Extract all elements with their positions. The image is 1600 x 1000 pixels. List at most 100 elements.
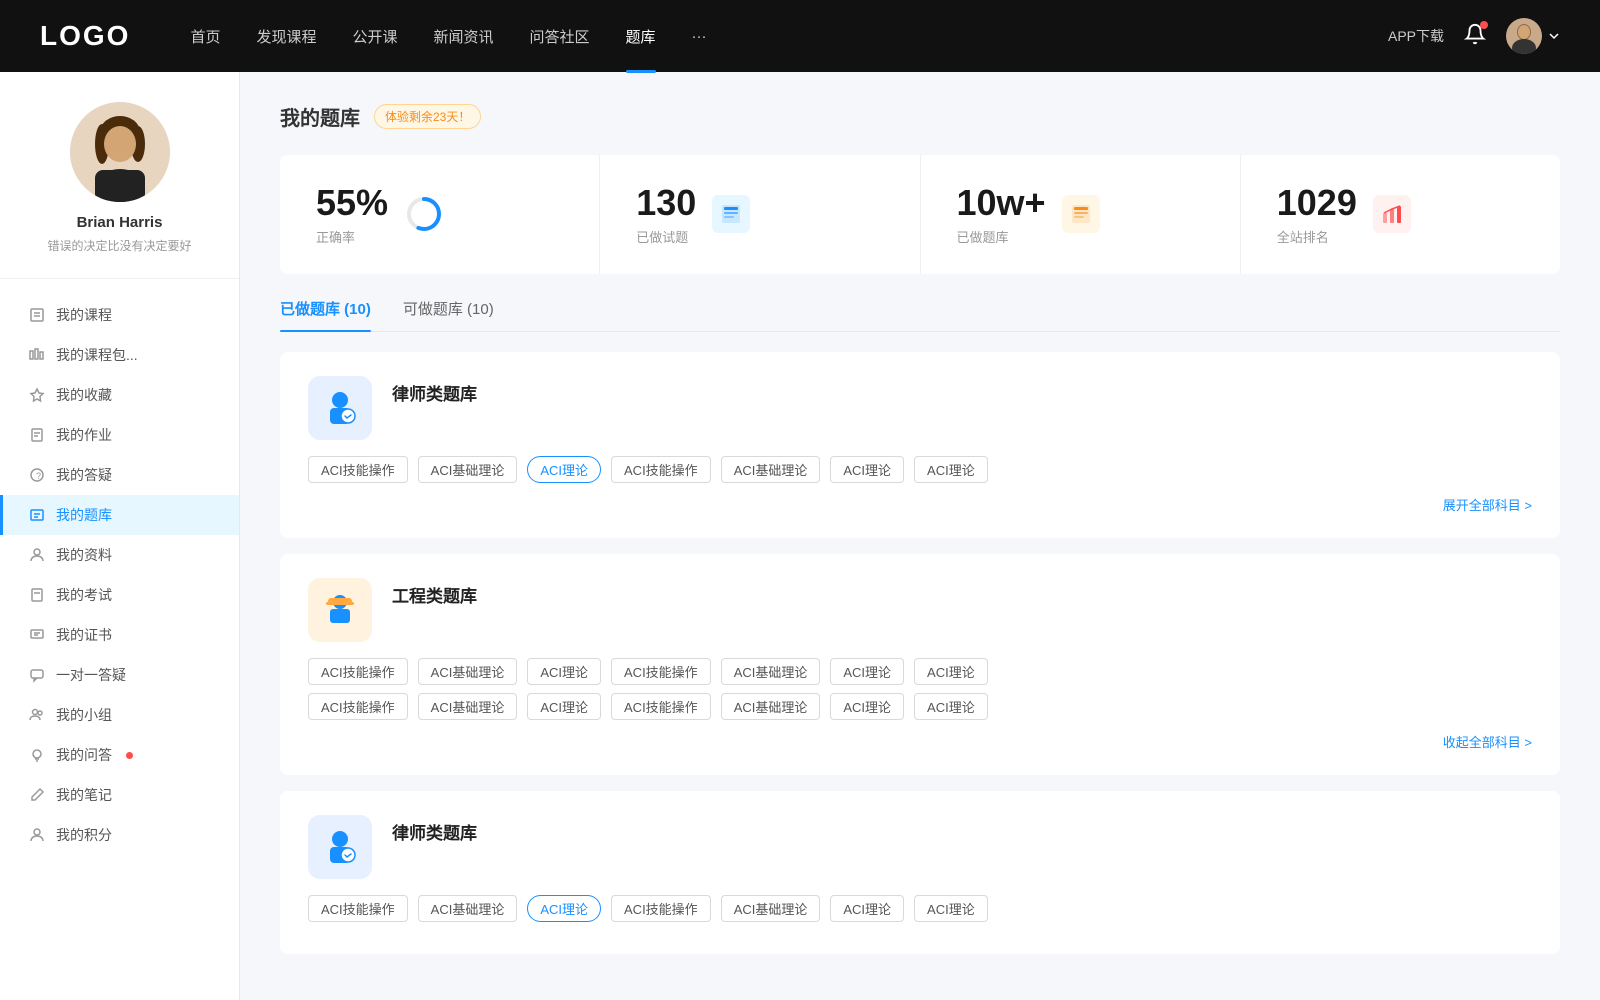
eng2-tag-6[interactable]: ACI理论 xyxy=(914,693,988,720)
lightbulb-icon xyxy=(28,746,46,764)
profile-name: Brian Harris xyxy=(77,214,163,231)
sidebar-item-my-course[interactable]: 我的课程 xyxy=(0,295,239,335)
sidebar-item-my-question[interactable]: 我的问答 xyxy=(0,735,239,775)
navbar-right: APP下载 xyxy=(1388,18,1560,54)
questions-done-label: 已做试题 xyxy=(636,227,696,246)
l2-tag-0[interactable]: ACI技能操作 xyxy=(308,895,408,922)
l2-tag-6[interactable]: ACI理论 xyxy=(914,895,988,922)
tag-2-active[interactable]: ACI理论 xyxy=(527,456,601,483)
logo[interactable]: LOGO xyxy=(40,20,130,52)
nav-more[interactable]: ··· xyxy=(692,28,707,45)
stat-questions-done: 130 已做试题 xyxy=(600,155,920,274)
ranking-icon xyxy=(1373,195,1411,233)
sidebar-label-my-points: 我的积分 xyxy=(56,825,112,845)
red-dot-indicator xyxy=(126,752,133,759)
sidebar-label-my-course: 我的课程 xyxy=(56,305,112,325)
sidebar-item-my-qbank[interactable]: 我的题库 xyxy=(0,495,239,535)
nav-open-course[interactable]: 公开课 xyxy=(352,26,397,47)
eng2-tag-4[interactable]: ACI基础理论 xyxy=(721,693,821,720)
sidebar-label-my-question: 我的问答 xyxy=(56,745,112,765)
sidebar-item-my-cert[interactable]: 我的证书 xyxy=(0,615,239,655)
questions-done-value: 130 xyxy=(636,183,696,223)
tag-1[interactable]: ACI基础理论 xyxy=(418,456,518,483)
correct-rate-value: 55% xyxy=(316,183,388,223)
eng-tag-4[interactable]: ACI基础理论 xyxy=(721,658,821,685)
qbank-icon xyxy=(28,506,46,524)
expand-link-lawyer-1[interactable]: 展开全部科目 > xyxy=(308,491,1532,514)
tab-done-banks[interactable]: 已做题库 (10) xyxy=(280,298,371,331)
eng-tag-2[interactable]: ACI理论 xyxy=(527,658,601,685)
l2-tag-3[interactable]: ACI技能操作 xyxy=(611,895,711,922)
sidebar-item-homework[interactable]: 我的作业 xyxy=(0,415,239,455)
l2-tag-2-active[interactable]: ACI理论 xyxy=(527,895,601,922)
notification-bell[interactable] xyxy=(1464,23,1486,50)
tag-6[interactable]: ACI理论 xyxy=(914,456,988,483)
group-icon xyxy=(28,706,46,724)
sidebar-item-course-package[interactable]: 我的课程包... xyxy=(0,335,239,375)
user-avatar-wrapper[interactable] xyxy=(1506,18,1560,54)
tag-3[interactable]: ACI技能操作 xyxy=(611,456,711,483)
stat-ranking: 1029 全站排名 xyxy=(1241,155,1560,274)
l2-tag-4[interactable]: ACI基础理论 xyxy=(721,895,821,922)
sidebar-item-my-exam[interactable]: 我的考试 xyxy=(0,575,239,615)
engineer-icon xyxy=(308,578,372,642)
eng2-tag-2[interactable]: ACI理论 xyxy=(527,693,601,720)
app-download-link[interactable]: APP下载 xyxy=(1388,26,1444,46)
eng-tag-6[interactable]: ACI理论 xyxy=(914,658,988,685)
chat-icon xyxy=(28,666,46,684)
nav-news[interactable]: 新闻资讯 xyxy=(434,26,494,47)
sidebar-label-homework: 我的作业 xyxy=(56,425,112,445)
sidebar-item-my-notes[interactable]: 我的笔记 xyxy=(0,775,239,815)
sidebar-item-my-data[interactable]: 我的资料 xyxy=(0,535,239,575)
tag-4[interactable]: ACI基础理论 xyxy=(721,456,821,483)
sidebar-label-my-data: 我的资料 xyxy=(56,545,112,565)
eng-tag-0[interactable]: ACI技能操作 xyxy=(308,658,408,685)
page-header: 我的题库 体验剩余23天！ xyxy=(280,102,1560,131)
sidebar-label-my-qbank: 我的题库 xyxy=(56,505,112,525)
sidebar-label-course-package: 我的课程包... xyxy=(56,345,138,365)
nav-home[interactable]: 首页 xyxy=(190,26,220,47)
banks-done-label: 已做题库 xyxy=(957,227,1046,246)
profile-motto: 错误的决定比没有决定要好 xyxy=(47,237,191,254)
sidebar-item-my-points[interactable]: 我的积分 xyxy=(0,815,239,855)
eng2-tag-3[interactable]: ACI技能操作 xyxy=(611,693,711,720)
homework-icon xyxy=(28,426,46,444)
sidebar-item-one-to-one[interactable]: 一对一答疑 xyxy=(0,655,239,695)
sidebar-item-my-qa[interactable]: ? 我的答疑 xyxy=(0,455,239,495)
tag-0[interactable]: ACI技能操作 xyxy=(308,456,408,483)
nav-discover[interactable]: 发现课程 xyxy=(256,26,316,47)
eng-tag-3[interactable]: ACI技能操作 xyxy=(611,658,711,685)
sidebar-item-favorites[interactable]: 我的收藏 xyxy=(0,375,239,415)
eng2-tag-5[interactable]: ACI理论 xyxy=(830,693,904,720)
tab-available-banks[interactable]: 可做题库 (10) xyxy=(403,298,494,331)
donut-chart xyxy=(404,194,444,234)
l2-tag-1[interactable]: ACI基础理论 xyxy=(418,895,518,922)
stat-banks-done: 10w+ 已做题库 xyxy=(921,155,1241,274)
avatar xyxy=(1506,18,1542,54)
eng-tag-1[interactable]: ACI基础理论 xyxy=(418,658,518,685)
data-icon xyxy=(28,546,46,564)
sidebar-label-my-group: 我的小组 xyxy=(56,705,112,725)
ranking-label: 全站排名 xyxy=(1277,227,1357,246)
eng2-tag-1[interactable]: ACI基础理论 xyxy=(418,693,518,720)
qbank-card-lawyer-2: 律师类题库 ACI技能操作 ACI基础理论 ACI理论 ACI技能操作 ACI基… xyxy=(280,791,1560,954)
pencil-icon xyxy=(28,786,46,804)
sidebar-item-my-group[interactable]: 我的小组 xyxy=(0,695,239,735)
tag-5[interactable]: ACI理论 xyxy=(830,456,904,483)
tags-row-engineer-2: ACI技能操作 ACI基础理论 ACI理论 ACI技能操作 ACI基础理论 AC… xyxy=(308,693,1532,720)
page-title: 我的题库 xyxy=(280,102,360,131)
eng-tag-5[interactable]: ACI理论 xyxy=(830,658,904,685)
tags-row-lawyer-2: ACI技能操作 ACI基础理论 ACI理论 ACI技能操作 ACI基础理论 AC… xyxy=(308,895,1532,922)
nav-qa[interactable]: 问答社区 xyxy=(530,26,590,47)
banks-done-value: 10w+ xyxy=(957,183,1046,223)
eng2-tag-0[interactable]: ACI技能操作 xyxy=(308,693,408,720)
profile-section: Brian Harris 错误的决定比没有决定要好 xyxy=(0,102,239,279)
sidebar-menu: 我的课程 我的课程包... 我的收藏 xyxy=(0,279,239,871)
nav-question-bank[interactable]: 题库 xyxy=(626,26,656,47)
course-icon xyxy=(28,306,46,324)
qbank-title-lawyer-1: 律师类题库 xyxy=(392,376,477,405)
collapse-link-engineer[interactable]: 收起全部科目 > xyxy=(308,728,1532,751)
l2-tag-5[interactable]: ACI理论 xyxy=(830,895,904,922)
question-tabs: 已做题库 (10) 可做题库 (10) xyxy=(280,298,1560,332)
chevron-down-icon xyxy=(1548,30,1560,42)
